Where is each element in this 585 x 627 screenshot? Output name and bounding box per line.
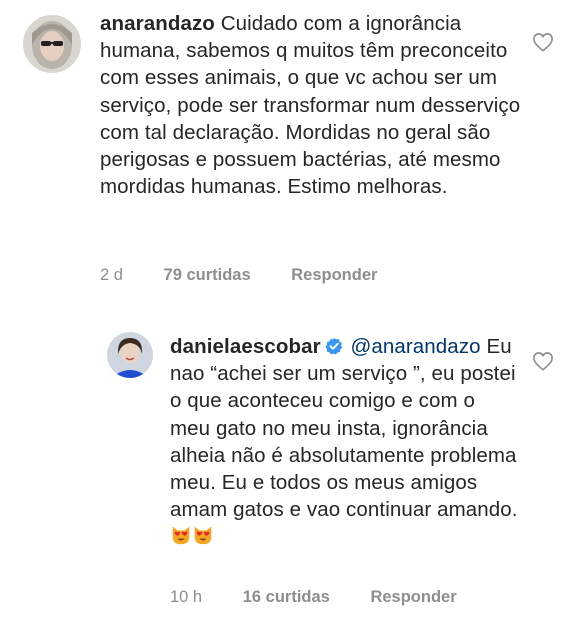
avatar[interactable] [23,15,81,73]
heart-eyes-cat-emoji [194,527,212,545]
comment-meta: 2 d 79 curtidas Responder [100,266,413,285]
heart-icon[interactable] [532,351,554,371]
username[interactable]: danielaescobar [170,335,321,358]
avatar[interactable] [107,332,153,378]
username[interactable]: anarandazo [100,12,215,35]
comment-meta: 10 h 16 curtidas Responder [170,588,493,607]
likes-count[interactable]: 79 curtidas [164,266,251,284]
heart-icon[interactable] [532,32,554,52]
mention-link[interactable]: @anarandazo [350,335,480,358]
comment-text: danielaescobar @anarandazo Eu nao “achei… [170,333,520,551]
comment-body: Eu nao “achei ser um serviço ”, eu poste… [170,335,518,522]
timestamp: 10 h [170,588,203,606]
heart-eyes-cat-emoji [172,527,190,545]
comment-body: Cuidado com a ignorância humana, sabemos… [100,12,521,199]
reply-button[interactable]: Responder [370,588,456,606]
likes-count[interactable]: 16 curtidas [243,588,330,606]
timestamp: 2 d [100,266,123,284]
reply-button[interactable]: Responder [291,266,377,284]
comment-text: anarandazo Cuidado com a ignorância huma… [100,10,532,200]
verified-badge-icon [325,337,342,355]
